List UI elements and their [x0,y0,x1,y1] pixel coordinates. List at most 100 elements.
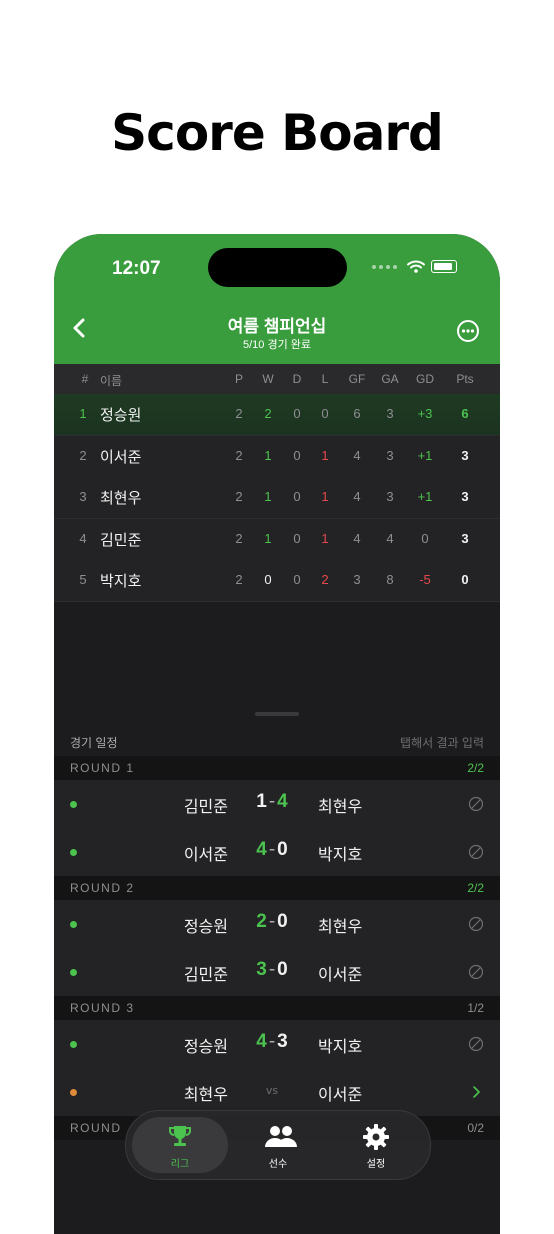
status-time: 12:07 [112,258,161,279]
away-player: 이서준 [318,965,363,984]
row-gf: 4 [353,530,361,546]
round-label: ROUND 1 [70,761,135,775]
home-score: 2 [256,911,267,932]
tab-settings[interactable]: 설정 [328,1117,424,1173]
reset-result-icon[interactable] [468,796,484,812]
row-gd: +1 [417,489,433,504]
match-row[interactable]: 정승원 2-0 최현우 [54,900,500,949]
row-player-name: 이서준 [100,448,142,466]
col-ga: GA [381,372,399,386]
row-w: 1 [264,489,272,504]
col-pts: Pts [456,372,474,386]
signal-icon [372,264,397,269]
row-rank: 1 [79,406,87,421]
col-p: P [234,372,243,386]
row-rank: 3 [79,489,87,504]
row-player-name: 정승원 [100,407,142,424]
row-ga: 3 [386,489,394,504]
round-progress-count: 2/2 [467,881,484,895]
home-score: 3 [256,959,267,980]
away-score: 3 [277,1031,288,1052]
tab-players[interactable]: 선수 [230,1117,326,1173]
page-title: 여름 챔피언십 [227,317,327,336]
row-pts: 0 [461,572,469,587]
col-w: W [262,372,274,386]
table-row[interactable]: 2 이서준 2 1 0 1 4 3 +1 3 [54,435,500,478]
row-ga: 8 [386,572,394,587]
row-d: 0 [293,530,301,546]
away-score: 0 [277,839,288,860]
round-label: ROUND 3 [70,1001,135,1015]
match-row[interactable]: 김민준 1-4 최현우 [54,780,500,829]
chevron-right-icon[interactable] [468,1084,484,1100]
row-gd: +3 [417,406,433,421]
col-name: 이름 [100,374,123,388]
home-score: 4 [256,839,267,860]
home-player: 최현우 [183,1085,228,1104]
table-row[interactable]: 5 박지호 2 0 0 2 3 8 -5 0 [54,560,500,602]
row-l: 0 [321,406,329,421]
away-score: 4 [277,791,288,812]
more-options-icon[interactable] [456,319,480,343]
col-l: L [321,372,329,386]
row-d: 0 [293,489,301,504]
row-pts: 6 [461,406,469,421]
page-headline: Score Board [111,104,444,162]
home-player: 김민준 [183,797,228,816]
match-status-dot [70,921,77,928]
row-rank: 4 [79,530,87,546]
col-gf: GF [348,372,366,386]
home-player: 이서준 [183,845,228,864]
away-player: 박지호 [318,845,363,864]
row-w: 2 [264,406,272,421]
match-score: 2-0 [247,911,297,933]
match-row[interactable]: 정승원 4-3 박지호 [54,1020,500,1069]
battery-icon [431,260,457,273]
row-gf: 4 [353,489,361,504]
drag-handle[interactable] [255,712,299,716]
away-player: 최현우 [318,917,363,936]
match-status-dot [70,1089,77,1096]
match-status-dot [70,849,77,856]
home-score: 4 [256,1031,267,1052]
col-rank: # [81,372,89,386]
row-l: 1 [321,447,329,463]
match-score: 3-0 [247,959,297,981]
round-header: ROUND 1 2/2 [54,756,500,780]
col-gd: GD [416,372,434,386]
table-row[interactable]: 1 정승원 2 2 0 0 6 3 +3 6 [54,394,500,436]
reset-result-icon[interactable] [468,1036,484,1052]
reset-result-icon[interactable] [468,964,484,980]
reset-result-icon[interactable] [468,916,484,932]
schedule-title: 경기 일정 [70,736,118,750]
wifi-icon [407,260,425,273]
row-rank: 5 [79,572,87,587]
phone-screen: 12:07 여름 챔피언십 5/10 경기 완료 # 이름 P W D L GF… [54,234,500,1234]
match-score: 1-4 [247,791,297,813]
score-separator: - [268,1031,276,1052]
schedule-hint: 탭해서 결과 입력 [400,736,484,750]
row-ga: 3 [386,447,394,463]
people-icon [265,1126,297,1147]
row-p: 2 [235,489,243,504]
score-separator: - [268,911,276,932]
row-p: 2 [235,447,243,463]
trophy-icon [169,1126,191,1146]
away-score: 0 [277,911,288,932]
row-player-name: 최현우 [100,490,142,507]
table-row[interactable]: 4 김민준 2 1 0 1 4 4 0 3 [54,518,500,561]
row-ga: 3 [386,406,394,421]
round-progress-count: 2/2 [467,761,484,775]
dynamic-island [208,248,347,287]
round-label: ROUND 2 [70,881,135,895]
match-score: 4-0 [247,839,297,861]
match-status-dot [70,1041,77,1048]
match-row[interactable]: 김민준 3-0 이서준 [54,948,500,997]
round-progress-count: 0/2 [467,1121,484,1135]
sheet-divider [54,704,500,728]
row-pts: 3 [461,489,469,504]
match-row[interactable]: 이서준 4-0 박지호 [54,828,500,877]
table-row[interactable]: 3 최현우 2 1 0 1 4 3 +1 3 [54,477,500,519]
tab-league[interactable]: 리그 [132,1117,228,1173]
reset-result-icon[interactable] [468,844,484,860]
